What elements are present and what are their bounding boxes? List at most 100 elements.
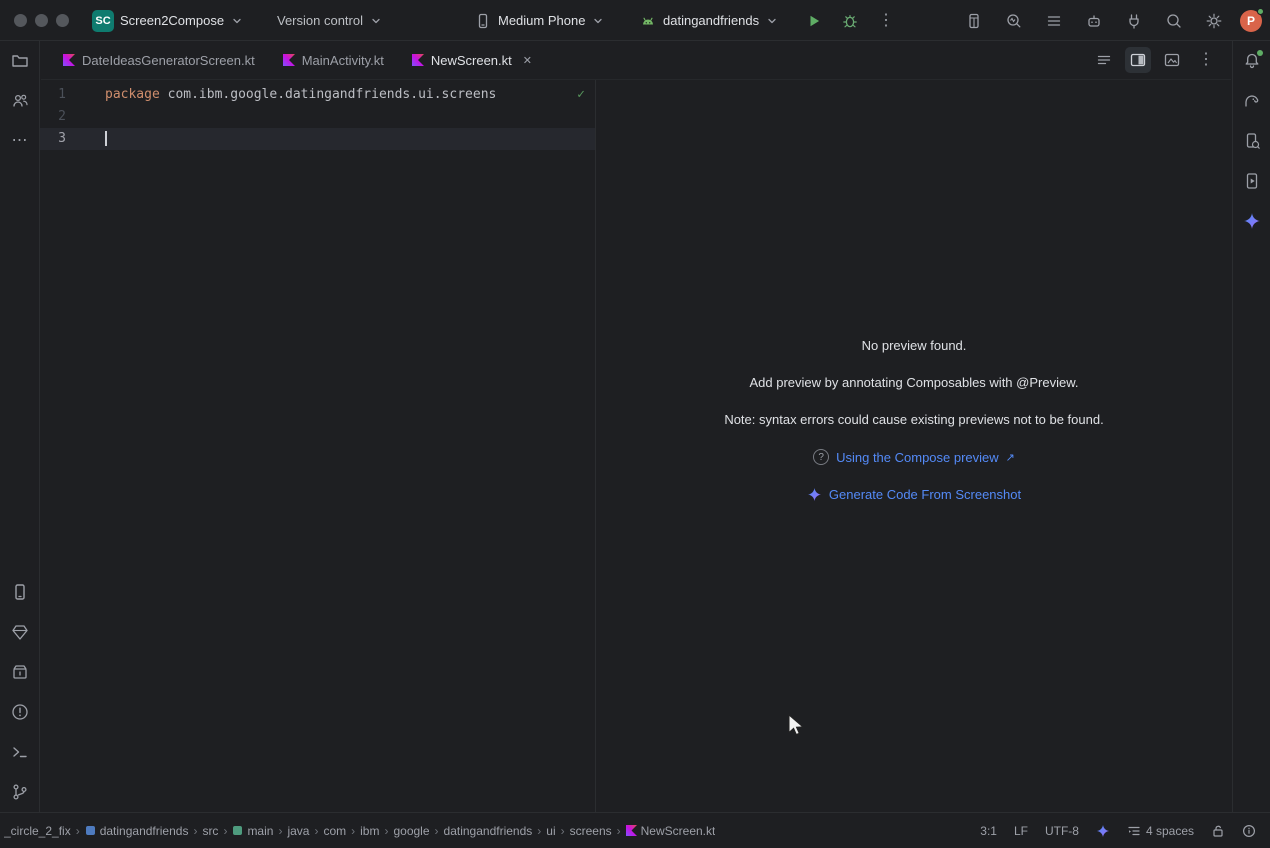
device-selector[interactable]: Medium Phone: [474, 0, 605, 41]
device-manager-tool-button[interactable]: [0, 572, 40, 612]
breadcrumb-item[interactable]: google: [393, 824, 429, 838]
running-devices-tool-button[interactable]: [1232, 161, 1270, 201]
gem-icon: [10, 622, 30, 642]
indent-widget[interactable]: 4 spaces: [1127, 824, 1194, 838]
breadcrumb-item[interactable]: src: [202, 824, 218, 838]
breadcrumb-separator-icon: ›: [617, 824, 621, 838]
build-variants-tool-button[interactable]: [0, 612, 40, 652]
gear-icon: [1205, 12, 1223, 30]
line-number[interactable]: 3: [40, 128, 66, 150]
status-widgets: 3:1 LF UTF-8 4 spaces: [980, 824, 1256, 838]
left-tool-stripe: ⋯: [0, 41, 40, 812]
device-selector-label: Medium Phone: [498, 13, 585, 28]
breadcrumb-item[interactable]: datingandfriends: [85, 824, 189, 838]
settings-button[interactable]: [1200, 7, 1228, 35]
project-tool-button[interactable]: [0, 41, 40, 81]
tab-options-button[interactable]: ⋮: [1193, 47, 1219, 73]
preview-message-note: Note: syntax errors could cause existing…: [724, 412, 1103, 427]
profiler-button[interactable]: [1000, 7, 1028, 35]
generate-link-label: Generate Code From Screenshot: [829, 487, 1021, 502]
minimize-window-button[interactable]: [35, 14, 48, 27]
search-everywhere-button[interactable]: [1160, 7, 1188, 35]
compose-preview-help-link[interactable]: ? Using the Compose preview ↗: [813, 449, 1015, 465]
split-view-button[interactable]: [1125, 47, 1151, 73]
ai-assistant-button[interactable]: [1080, 7, 1108, 35]
cursor-position-widget[interactable]: 3:1: [980, 824, 997, 838]
tool-windows-button[interactable]: [1040, 7, 1068, 35]
ide-status-button[interactable]: [1242, 824, 1256, 838]
resource-manager-tool-button[interactable]: [0, 81, 40, 121]
breadcrumb-item[interactable]: java: [287, 824, 309, 838]
build-tool-button[interactable]: [0, 652, 40, 692]
preview-message-secondary: Add preview by annotating Composables wi…: [750, 375, 1079, 390]
gemini-tool-button[interactable]: [1232, 201, 1270, 241]
version-control-menu[interactable]: Version control: [277, 0, 383, 41]
close-tab-icon[interactable]: ✕: [523, 54, 532, 67]
project-selector[interactable]: Screen2Compose: [120, 0, 244, 41]
plugins-button[interactable]: [1120, 7, 1148, 35]
preview-message-primary: No preview found.: [862, 338, 967, 353]
device-explorer-tool-button[interactable]: [1232, 121, 1270, 161]
design-view-button[interactable]: [1159, 47, 1185, 73]
user-avatar[interactable]: P: [1240, 10, 1262, 32]
tab-mainactivity[interactable]: MainActivity.kt: [269, 41, 398, 79]
breadcrumb-item[interactable]: com: [323, 824, 346, 838]
gradle-tool-button[interactable]: [1232, 81, 1270, 121]
breadcrumb-item[interactable]: NewScreen.kt: [626, 824, 716, 838]
breadcrumb-item[interactable]: ibm: [360, 824, 379, 838]
line-separator-widget[interactable]: LF: [1014, 824, 1028, 838]
kotlin-file-icon: [63, 54, 75, 66]
encoding-widget[interactable]: UTF-8: [1045, 824, 1079, 838]
app-logo: SC: [92, 0, 114, 41]
code-line-2: 2: [40, 106, 595, 128]
gemini-status-button[interactable]: [1096, 824, 1110, 838]
bug-icon: [841, 12, 859, 30]
android-icon: [639, 12, 657, 30]
breadcrumb-separator-icon: ›: [314, 824, 318, 838]
line-number[interactable]: 2: [40, 106, 66, 128]
breadcrumb-item[interactable]: ui: [546, 824, 555, 838]
code-editor[interactable]: 1 package com.ibm.google.datingandfriend…: [40, 80, 596, 812]
titlebar: SC Screen2Compose Version control Medium…: [0, 0, 1270, 41]
run-configuration-label: datingandfriends: [663, 13, 759, 28]
breadcrumb-item[interactable]: main: [232, 824, 273, 838]
version-control-tool-button[interactable]: [0, 772, 40, 812]
notification-badge: [1257, 50, 1263, 56]
run-configuration-selector[interactable]: datingandfriends: [639, 0, 779, 41]
inspections-check-icon[interactable]: ✓: [577, 87, 585, 102]
maximize-window-button[interactable]: [56, 14, 69, 27]
close-window-button[interactable]: [14, 14, 27, 27]
readonly-toggle[interactable]: [1211, 824, 1225, 838]
terminal-tool-button[interactable]: [0, 732, 40, 772]
breadcrumb-separator-icon: ›: [193, 824, 197, 838]
debug-button[interactable]: [836, 7, 864, 35]
breadcrumb-separator-icon: ›: [278, 824, 282, 838]
kotlin-file-icon: [626, 825, 637, 836]
breadcrumb-item[interactable]: screens: [570, 824, 612, 838]
run-button[interactable]: [800, 7, 828, 35]
tab-label: MainActivity.kt: [302, 53, 384, 68]
more-tool-windows-button[interactable]: ⋯: [0, 121, 40, 161]
breadcrumb-item[interactable]: _circle_2_fix: [4, 824, 71, 838]
breadcrumb-separator-icon: ›: [561, 824, 565, 838]
tab-newscreen[interactable]: NewScreen.kt ✕: [398, 41, 546, 79]
generate-code-link[interactable]: Generate Code From Screenshot: [807, 487, 1021, 502]
chevron-down-icon: [765, 14, 779, 28]
breadcrumb-item[interactable]: datingandfriends: [444, 824, 533, 838]
kotlin-file-icon: [283, 54, 295, 66]
line-number[interactable]: 1: [40, 84, 66, 106]
problems-tool-button[interactable]: [0, 692, 40, 732]
code-view-button[interactable]: [1091, 47, 1117, 73]
people-icon: [10, 91, 30, 111]
layout-inspector-button[interactable]: [960, 7, 988, 35]
notifications-tool-button[interactable]: [1232, 41, 1270, 81]
help-icon: ?: [813, 449, 829, 465]
gemini-icon: [807, 487, 822, 502]
breadcrumb-separator-icon: ›: [223, 824, 227, 838]
gradle-elephant-icon: [1242, 91, 1262, 111]
editor-tab-bar: DateIdeasGeneratorScreen.kt MainActivity…: [41, 41, 1231, 80]
more-actions-button[interactable]: ⋮: [872, 7, 900, 35]
code-line-3: 3: [40, 128, 595, 150]
avatar-initial: P: [1247, 14, 1255, 28]
tab-dateideasgeneratorscreen[interactable]: DateIdeasGeneratorScreen.kt: [49, 41, 269, 79]
